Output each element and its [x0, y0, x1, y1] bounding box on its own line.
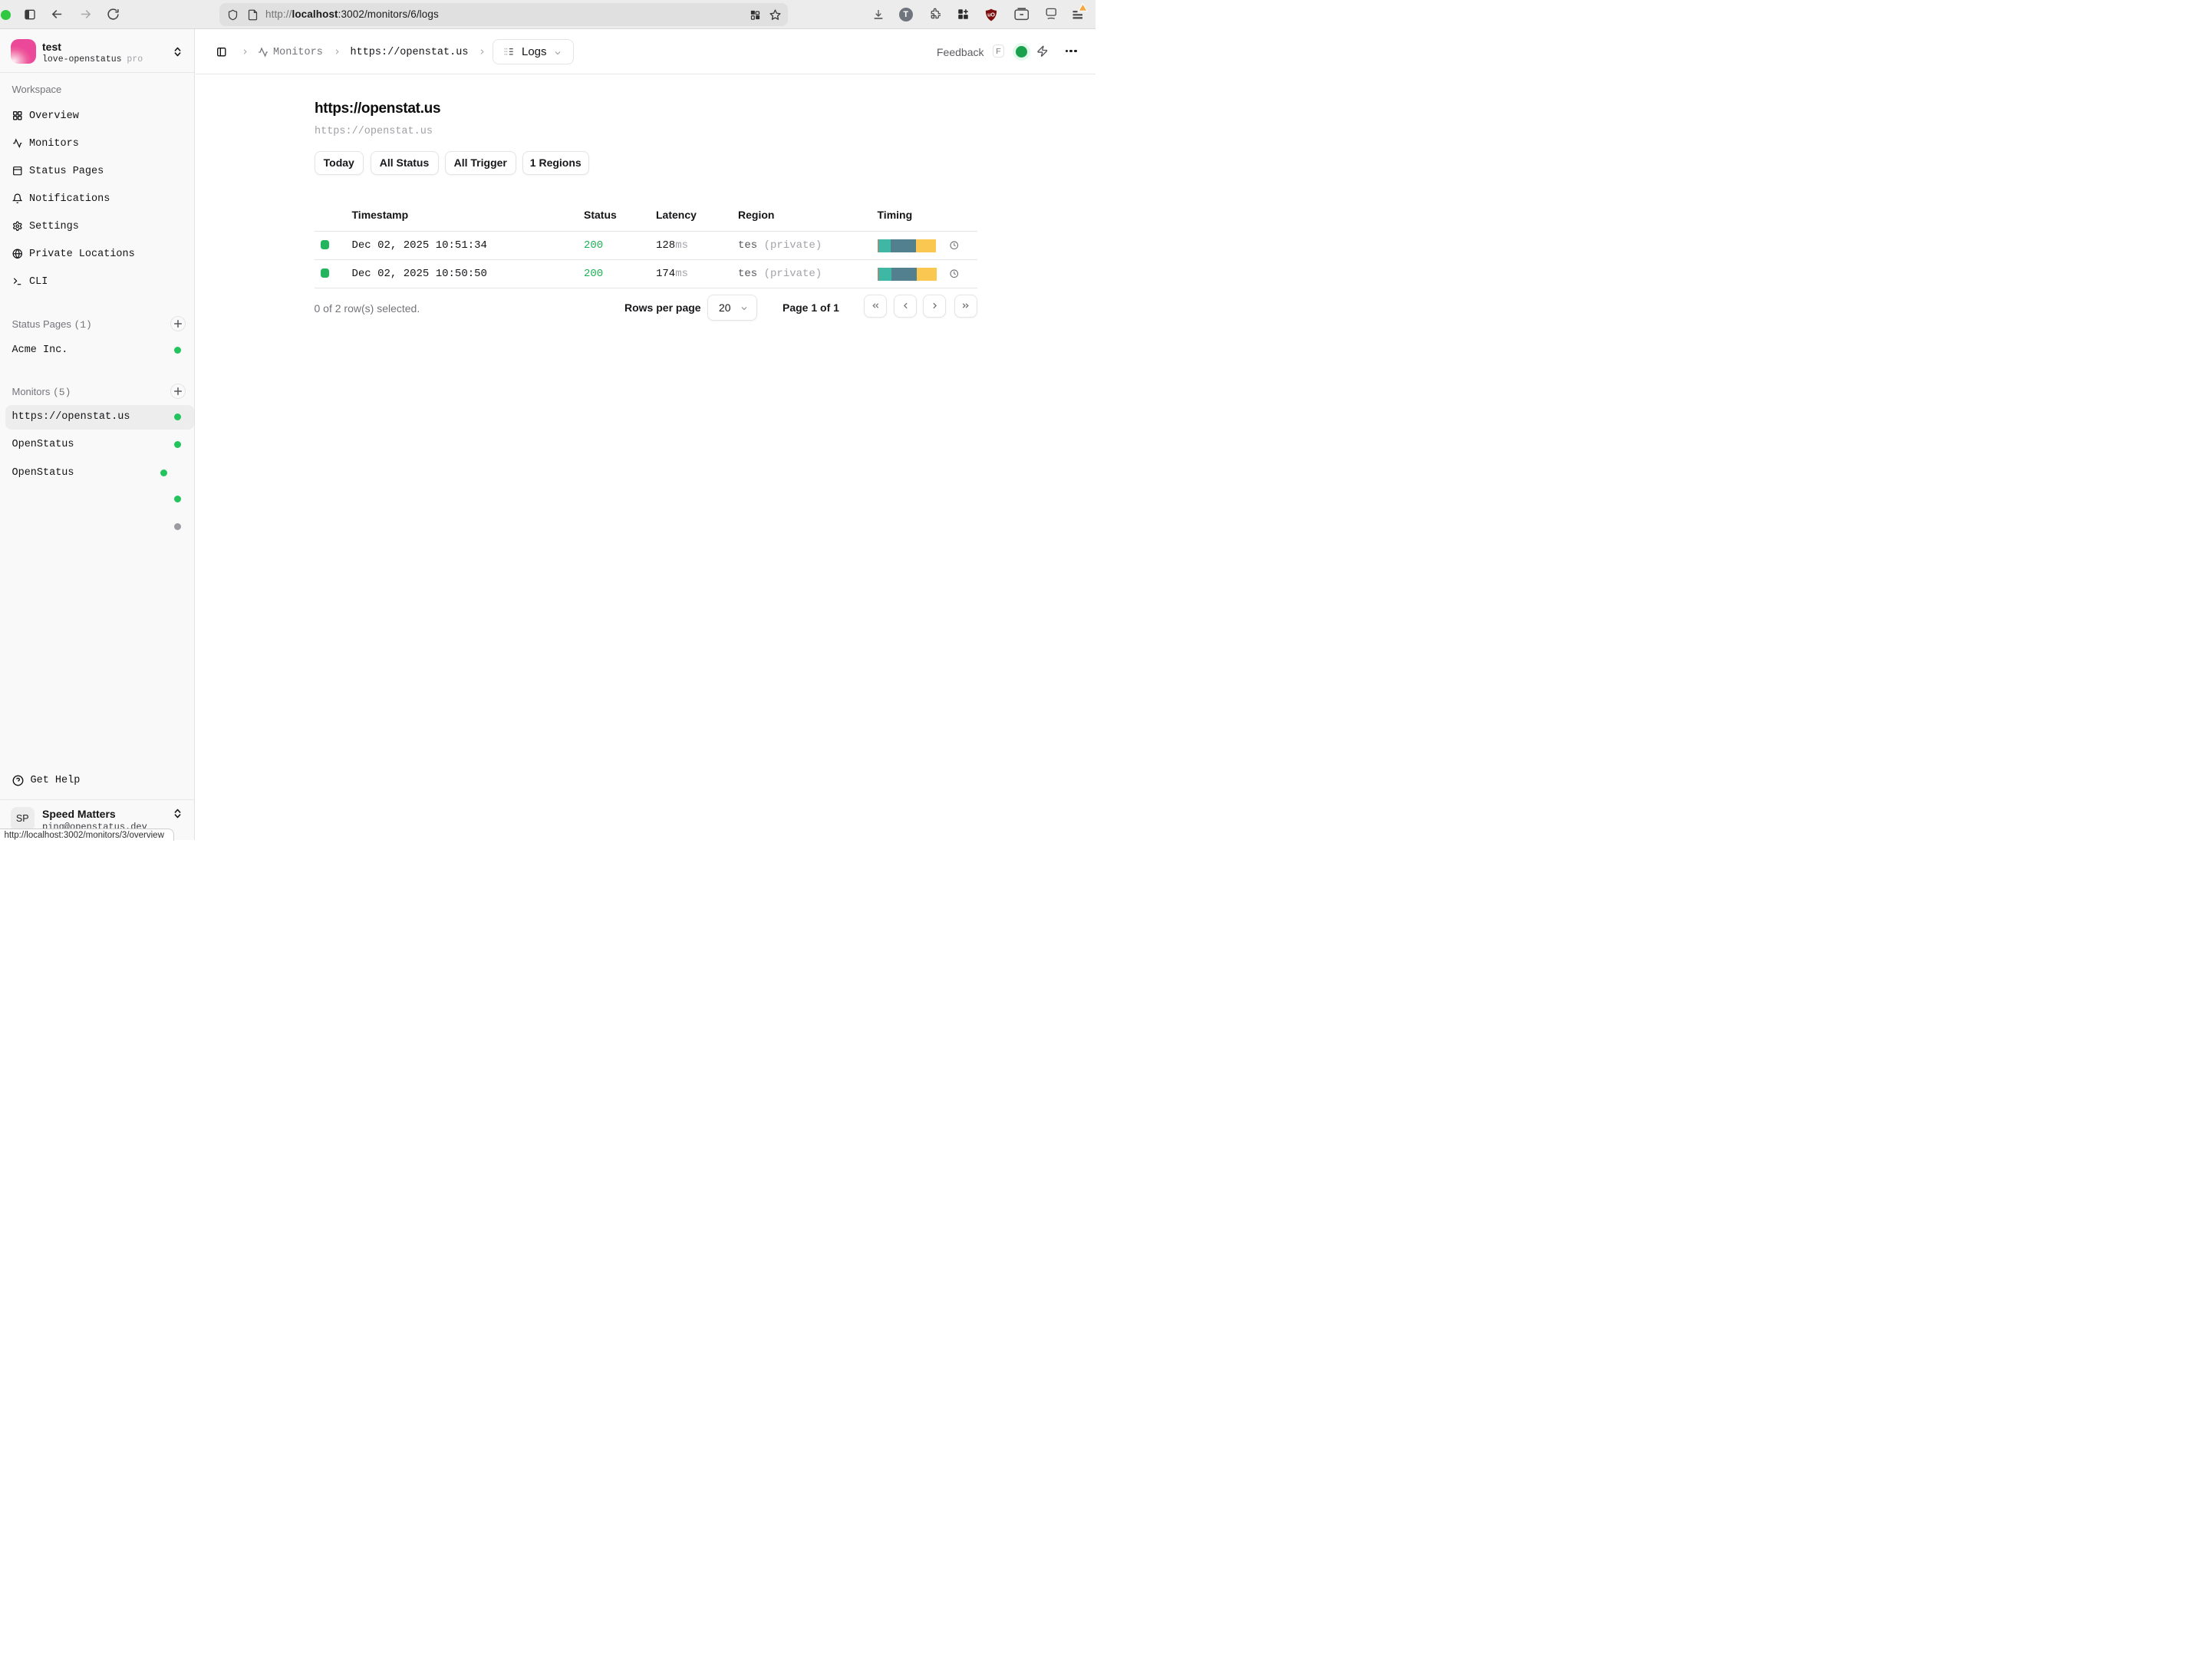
svg-text:uO: uO	[987, 12, 995, 18]
